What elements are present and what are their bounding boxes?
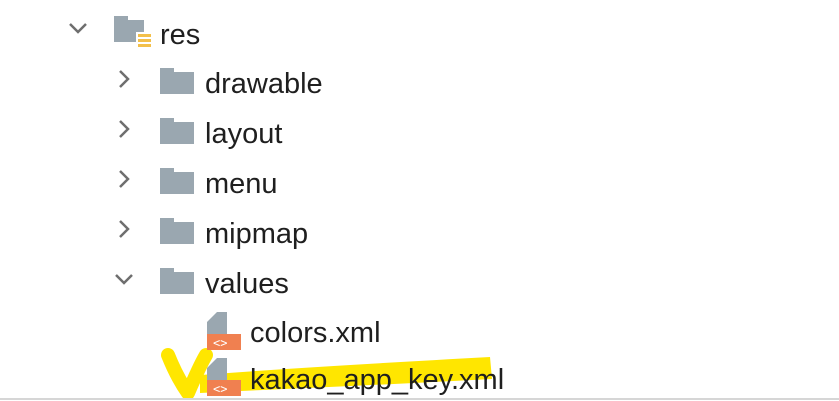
xml-file-icon: <> bbox=[205, 312, 241, 352]
folder-icon bbox=[160, 168, 196, 196]
tree-item-label: layout bbox=[205, 118, 283, 150]
tree-item-values[interactable]: values bbox=[0, 258, 330, 308]
chevron-right-icon[interactable] bbox=[112, 117, 136, 141]
tree-item-colors-xml[interactable]: <> colors.xml bbox=[0, 308, 400, 358]
project-tree: res drawable layout menu mipmap values <… bbox=[0, 0, 839, 401]
tree-item-label: values bbox=[205, 268, 289, 300]
resource-folder-icon bbox=[114, 16, 154, 50]
tree-item-layout[interactable]: layout bbox=[0, 108, 320, 158]
xml-file-icon: <> bbox=[205, 358, 241, 398]
chevron-right-icon[interactable] bbox=[112, 217, 136, 241]
svg-text:<>: <> bbox=[213, 336, 227, 350]
tree-item-mipmap[interactable]: mipmap bbox=[0, 208, 330, 258]
tree-item-label: mipmap bbox=[205, 218, 309, 250]
folder-icon bbox=[160, 268, 196, 296]
folder-icon bbox=[160, 118, 196, 146]
folder-icon bbox=[160, 68, 196, 96]
tree-item-label: kakao_app_key.xml bbox=[250, 364, 505, 396]
folder-icon bbox=[160, 218, 196, 246]
chevron-down-icon[interactable] bbox=[112, 267, 136, 291]
tree-item-label: menu bbox=[205, 168, 278, 200]
tree-item-label: colors.xml bbox=[250, 317, 381, 349]
chevron-down-icon[interactable] bbox=[66, 16, 90, 40]
tree-item-kakao-app-key-xml[interactable]: <> kakao_app_key.xml bbox=[0, 356, 520, 401]
tree-item-label: drawable bbox=[205, 68, 323, 100]
tree-item-label: res bbox=[160, 19, 201, 51]
chevron-right-icon[interactable] bbox=[112, 167, 136, 191]
divider bbox=[0, 398, 839, 400]
chevron-right-icon[interactable] bbox=[112, 67, 136, 91]
tree-item-res[interactable]: res bbox=[0, 6, 220, 56]
tree-item-menu[interactable]: menu bbox=[0, 158, 320, 208]
svg-text:<>: <> bbox=[213, 382, 227, 396]
tree-item-drawable[interactable]: drawable bbox=[0, 58, 360, 108]
